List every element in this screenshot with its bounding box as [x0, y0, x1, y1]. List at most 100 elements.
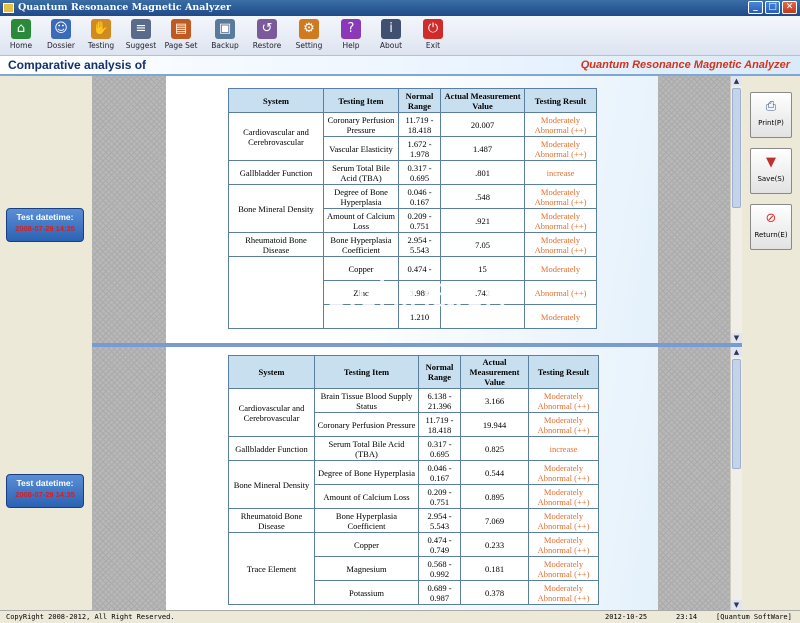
table-row: Rheumatoid Bone Disease Bone Hyperplasia … — [228, 232, 597, 257]
scrollbar-2[interactable]: ▲ ▼ — [730, 347, 742, 610]
value-cell: 0.544 — [460, 460, 529, 485]
item-cell: Amount of Calcium Loss — [323, 208, 399, 233]
value-cell: 0.825 — [460, 436, 529, 461]
scroll-up-icon[interactable]: ▲ — [731, 347, 742, 357]
range-cell: 1.672 - 1.978 — [398, 136, 441, 161]
toolbar-label: Backup — [211, 41, 239, 50]
toolbar-home-button[interactable]: ⌂ Home — [0, 19, 42, 50]
system-cell: Cardiovascular and Cerebrovascular — [228, 112, 324, 161]
result-cell: Moderately Abnormal (++) — [524, 112, 597, 137]
toolbar-restore-button[interactable]: ↺ Restore — [246, 19, 288, 50]
table-row: Bone Mineral Density Degree of Bone Hyper… — [228, 460, 599, 509]
system-cell: Bone Mineral Density — [228, 184, 324, 233]
item-cell: Amount of Calcium Loss — [314, 484, 419, 509]
item-cell: Vascular Elasticity — [323, 136, 399, 161]
column-header: System — [228, 88, 324, 113]
watermark: trade.china.cn — [256, 268, 507, 315]
window-title: Quantum Resonance Magnetic Analyzer — [18, 2, 231, 13]
main-toolbar: ⌂ Home ☺ Dossier ✋ Testing ≡ Suggest ▤ Page Set ▣ B… — [0, 16, 800, 56]
hand-icon: ✋ — [91, 19, 111, 39]
value-cell: .921 — [440, 208, 525, 233]
result-cell: Moderately — [524, 256, 597, 281]
side-button-label: Print(P) — [758, 119, 784, 127]
value-cell: 0.181 — [460, 556, 529, 581]
value-cell: .548 — [440, 184, 525, 209]
print-button[interactable]: ⎙ Print(P) — [750, 92, 792, 138]
close-button[interactable]: ✕ — [782, 1, 797, 14]
system-cell: Cardiovascular and Cerebrovascular — [228, 388, 315, 437]
toolbar-label: Help — [342, 41, 360, 50]
result-table-2: System Testing Item Normal Range Actual Mea… — [228, 355, 599, 605]
scroll-up-icon[interactable]: ▲ — [731, 76, 742, 86]
result-cell: Moderately Abnormal (++) — [528, 580, 599, 605]
column-header: Actual Measurement Value — [440, 88, 525, 113]
result-cell: Moderately Abnormal (++) — [528, 508, 599, 533]
toolbar-dossier-button[interactable]: ☺ Dossier — [40, 19, 82, 50]
app-icon — [3, 3, 14, 13]
range-cell: 2.954 - 5.543 — [418, 508, 461, 533]
report-pane-2[interactable]: System Testing Item Normal Range Actual Mea… — [92, 347, 742, 610]
range-cell: 0.317 - 0.695 — [418, 436, 461, 461]
item-cell: Bone Hyperplasia Coefficient — [323, 232, 399, 257]
minimize-button[interactable]: _ — [748, 1, 763, 14]
range-cell: 0.317 - 0.695 — [398, 160, 441, 185]
brand-title: Quantum Resonance Magnetic Analyzer — [580, 59, 790, 71]
scroll-down-icon[interactable]: ▼ — [731, 600, 742, 610]
scrollbar-1[interactable]: ▲ ▼ — [730, 76, 742, 343]
toolbar-page-set-button[interactable]: ▤ Page Set — [160, 19, 202, 50]
result-cell: Moderately Abnormal (++) — [528, 532, 599, 557]
column-header: Normal Range — [398, 88, 441, 113]
result-cell: Moderately Abnormal (++) — [524, 184, 597, 209]
item-cell: Coronary Perfusion Pressure — [323, 112, 399, 137]
maximize-button[interactable]: □ — [765, 1, 780, 14]
toolbar-label: Restore — [252, 41, 282, 50]
toolbar-setting-button[interactable]: ⚙ Setting — [288, 19, 330, 50]
table-row: Gallbladder Function Serum Total Bile Aci… — [228, 436, 599, 461]
toolbar-label: Dossier — [47, 41, 75, 50]
range-cell: 0.568 - 0.992 — [418, 556, 461, 581]
right-panel: ⎙ Print(P) ▼ Save(S) ⊘ Return(E) — [742, 76, 800, 610]
table-row: Trace Element Copper 0.474 - 0.749 0.233 Mod… — [228, 532, 599, 605]
toolbar-help-button[interactable]: ? Help — [330, 19, 372, 50]
toolbar-backup-button[interactable]: ▣ Backup — [204, 19, 246, 50]
result-cell: increase — [524, 160, 597, 185]
column-header: Actual Measurement Value — [460, 355, 529, 389]
toolbar-label: Suggest — [125, 41, 157, 50]
home-icon: ⌂ — [11, 19, 31, 39]
test-datetime-2: Test datetime: 2008-07-29 14:35 — [6, 474, 84, 508]
table-row: Cardiovascular and Cerebrovascular Corona… — [228, 112, 597, 161]
toolbar-label: Exit — [425, 41, 441, 50]
save-button[interactable]: ▼ Save(S) — [750, 148, 792, 194]
people-icon: ☺ — [51, 19, 71, 39]
save-icon: ▼ — [766, 155, 776, 170]
scroll-thumb-2[interactable] — [732, 359, 741, 469]
toolbar-testing-button[interactable]: ✋ Testing — [80, 19, 122, 50]
column-header: Testing Item — [323, 88, 399, 113]
value-cell: 0.378 — [460, 580, 529, 605]
status-company: [Quantum SoftWare] — [716, 613, 792, 621]
value-cell: 3.166 — [460, 388, 529, 413]
toolbar-exit-button[interactable]: ⏻ Exit — [412, 19, 454, 50]
item-cell: Bone Hyperplasia Coefficient — [314, 508, 419, 533]
test-datetime-1: Test datetime: 2008-07-29 14:35 — [6, 208, 84, 242]
value-cell: .801 — [440, 160, 525, 185]
column-header: Testing Item — [314, 355, 419, 389]
toolbar-about-button[interactable]: i About — [370, 19, 412, 50]
range-cell: 0.689 - 0.987 — [418, 580, 461, 605]
return-button[interactable]: ⊘ Return(E) — [750, 204, 792, 250]
toolbar-suggest-button[interactable]: ≡ Suggest — [120, 19, 162, 50]
range-cell: 0.209 - 0.751 — [398, 208, 441, 233]
scroll-down-icon[interactable]: ▼ — [731, 333, 742, 343]
range-cell: 2.954 - 5.543 — [398, 232, 441, 257]
status-time: 23:14 — [676, 613, 698, 621]
about-icon: i — [381, 19, 401, 39]
scroll-thumb-1[interactable] — [732, 88, 741, 208]
result-cell: Abnormal (++) — [524, 280, 597, 305]
table-row: Cardiovascular and Cerebrovascular Brain … — [228, 388, 599, 437]
item-cell: Magnesium — [314, 556, 419, 581]
item-cell: Degree of Bone Hyperplasia — [323, 184, 399, 209]
page-title: Comparative analysis of — [8, 58, 147, 72]
side-button-label: Return(E) — [754, 231, 788, 239]
copyright-text: CopyRight 2008-2012, All Right Reserved. — [6, 613, 175, 621]
system-cell: Gallbladder Function — [228, 160, 324, 185]
